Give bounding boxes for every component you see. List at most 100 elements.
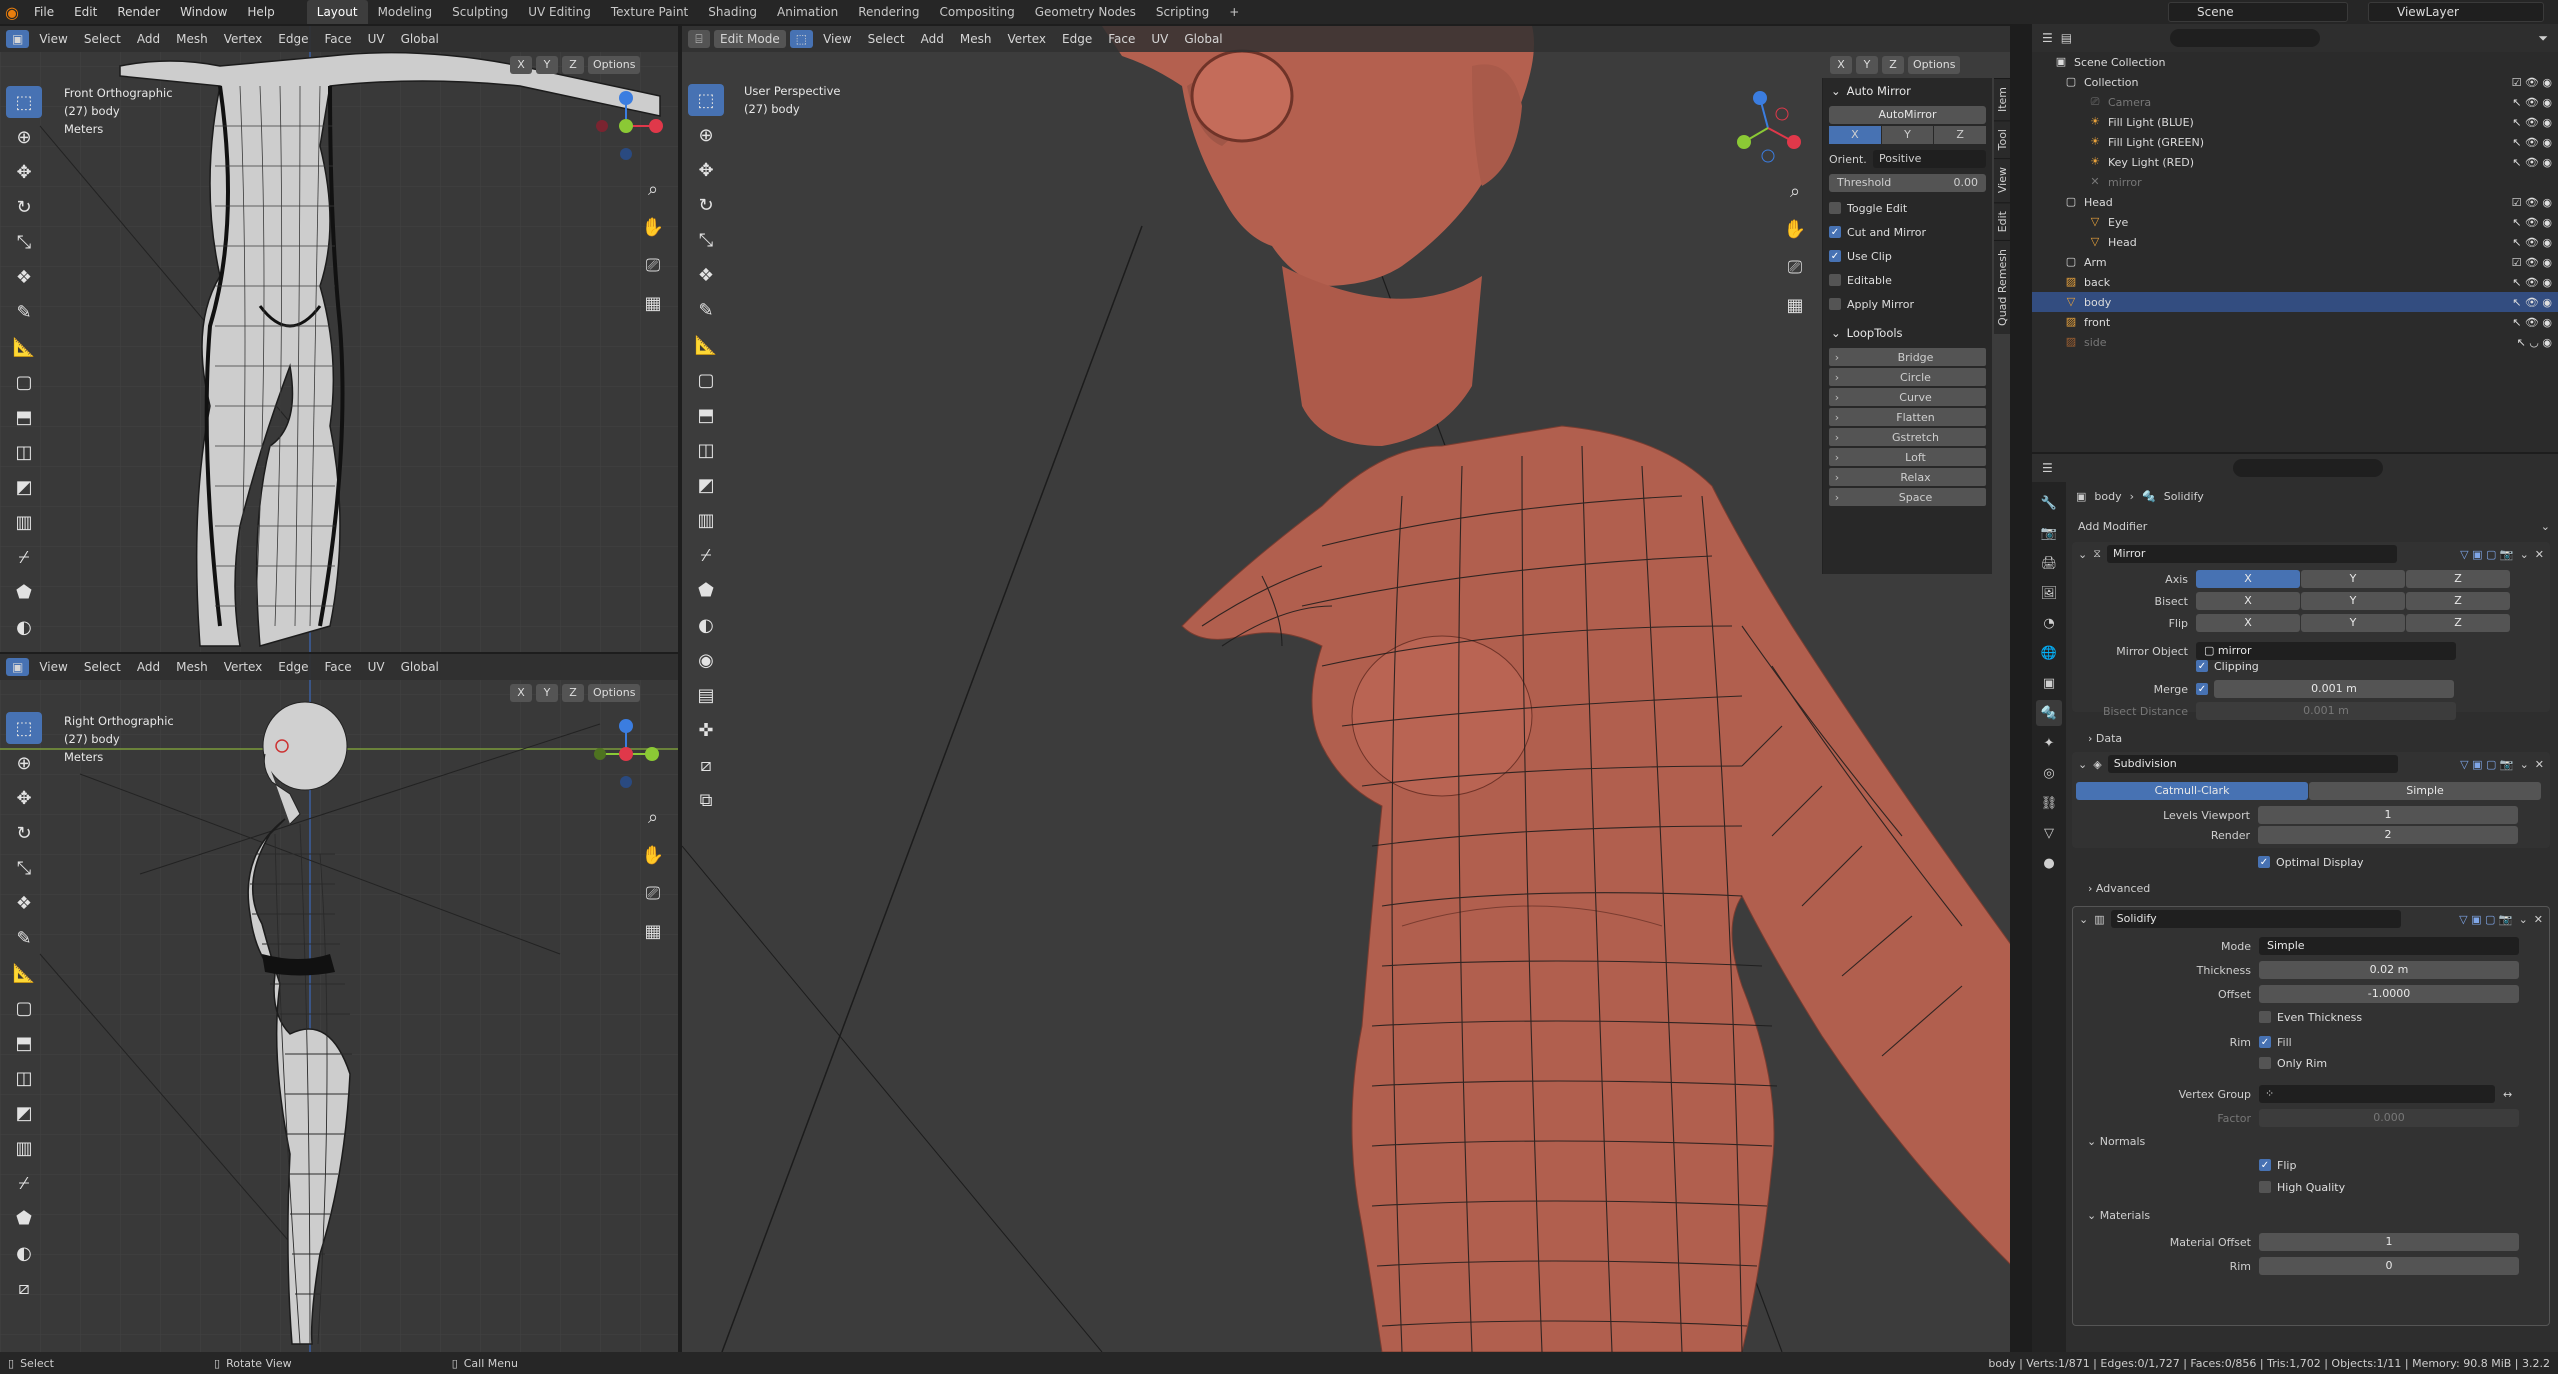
main-shear-tool-icon[interactable]: ⧄	[688, 749, 724, 781]
object-tab-icon[interactable]: ▣	[2036, 670, 2062, 696]
front-menu-vertex[interactable]: Vertex	[218, 32, 269, 46]
rim-material-value[interactable]: 0	[2259, 1257, 2519, 1275]
looptools-relax[interactable]: › Relax	[1829, 468, 1986, 486]
scene-selector[interactable]: Scene	[2168, 2, 2348, 22]
mirror-axis-y[interactable]: Y	[2301, 570, 2405, 588]
right-menu-uv[interactable]: UV	[362, 660, 391, 674]
tool-tab-icon[interactable]: 🔧	[2036, 490, 2062, 516]
n-tab-edit[interactable]: Edit	[1994, 201, 2010, 240]
apply-mirror-check[interactable]: Apply Mirror	[1829, 296, 1986, 312]
visibility-icons[interactable]: ☑ 👁 ◉	[2512, 196, 2552, 209]
tab-uv-editing[interactable]: UV Editing	[518, 0, 601, 24]
spin-tool-icon[interactable]: ◐	[6, 611, 42, 643]
clipping-checkbox[interactable]: ✓	[2196, 660, 2208, 672]
cursor-tool-icon[interactable]: ⊕	[6, 121, 42, 153]
solidify-mode-dropdown[interactable]: Simple	[2259, 937, 2519, 955]
main-rotate-tool-icon[interactable]: ↻	[688, 189, 724, 221]
right-menu-edge[interactable]: Edge	[272, 660, 314, 674]
front-menu-select[interactable]: Select	[78, 32, 127, 46]
visibility-icons[interactable]: ↖ 👁 ◉	[2512, 316, 2552, 329]
visibility-icons[interactable]: ↖ 👁 ◉	[2512, 296, 2552, 309]
view-layer-selector[interactable]: ViewLayer	[2368, 2, 2544, 22]
main-annotate-tool-icon[interactable]: ✎	[688, 294, 724, 326]
normals-flip-checkbox[interactable]: ✓	[2259, 1159, 2271, 1171]
orient-dropdown[interactable]: Positive	[1873, 150, 1986, 168]
select-box-tool-icon[interactable]: ⬚	[6, 86, 42, 118]
pan-hand-icon[interactable]: ✋	[638, 212, 668, 242]
tab-modeling[interactable]: Modeling	[368, 0, 443, 24]
tab-rendering[interactable]: Rendering	[848, 0, 929, 24]
even-thickness-check[interactable]: Even Thickness	[2259, 1009, 2362, 1025]
loop-cut-tool-icon[interactable]: ▥	[6, 506, 42, 538]
visibility-icons[interactable]: ☑ 👁 ◉	[2512, 76, 2552, 89]
visibility-icons[interactable]: ↖ 👁 ◉	[2512, 276, 2552, 289]
tab-shading[interactable]: Shading	[698, 0, 767, 24]
threshold-field[interactable]: Threshold 0.00	[1829, 174, 1986, 192]
right-shear-tool-icon[interactable]: ⧄	[6, 1272, 42, 1304]
outliner-filter-icon[interactable]: ⏷	[2538, 31, 2548, 46]
front-axis-x[interactable]: X	[510, 56, 532, 74]
right-ortho-viewport[interactable]: ▣ View Select Add Mesh Vertex Edge Face …	[0, 654, 678, 1352]
main-perspective-viewport[interactable]: ⌸ Edit Mode ⬚ View Select Add Mesh Verte…	[682, 26, 2010, 1352]
toggle-edit-checkbox[interactable]	[1829, 202, 1841, 214]
right-add-cube-tool-icon[interactable]: ▢	[6, 992, 42, 1024]
bisect-distance-value[interactable]: 0.001 m	[2196, 702, 2456, 720]
visibility-icons[interactable]: ↖ 👁 ◉	[2512, 116, 2552, 129]
invert-arrows-icon[interactable]: ↔	[2503, 1088, 2512, 1101]
measure-tool-icon[interactable]: 📐	[6, 331, 42, 363]
main-axis-y[interactable]: Y	[1856, 56, 1878, 74]
move-tool-icon[interactable]: ✥	[6, 156, 42, 188]
right-spin-tool-icon[interactable]: ◐	[6, 1237, 42, 1269]
high-quality-check[interactable]: High Quality	[2259, 1179, 2345, 1195]
editable-check[interactable]: Editable	[1829, 272, 1986, 288]
add-workspace-button[interactable]: +	[1219, 0, 1249, 24]
output-tab-icon[interactable]: 🖨	[2036, 550, 2062, 576]
right-axis-x[interactable]: X	[510, 684, 532, 702]
looptools-header[interactable]: ⌄ LoopTools	[1823, 320, 1992, 346]
bevel-tool-icon[interactable]: ◩	[6, 471, 42, 503]
modifier-visibility-icons[interactable]: ▽ ▣ ▢ 📷	[2460, 758, 2513, 771]
render-levels-value[interactable]: 2	[2258, 826, 2518, 844]
main-shrink-tool-icon[interactable]: ✜	[688, 714, 724, 746]
front-menu-view[interactable]: View	[33, 32, 73, 46]
main-spin-tool-icon[interactable]: ◐	[688, 609, 724, 641]
normals-flip-check[interactable]: ✓ Flip	[2259, 1157, 2296, 1173]
modifier-menu-icon[interactable]: ⌄	[2520, 548, 2529, 561]
visibility-icons[interactable]: ↖ ◡ ◉	[2517, 336, 2552, 349]
right-menu-select[interactable]: Select	[78, 660, 127, 674]
main-scale-tool-icon[interactable]: ⤡	[688, 224, 724, 256]
only-rim-check[interactable]: Only Rim	[2259, 1055, 2327, 1071]
outliner-row-front[interactable]: ▨ front ↖ 👁 ◉	[2032, 312, 2558, 332]
outliner-row-head-mesh[interactable]: ▽ Head ↖ 👁 ◉	[2032, 232, 2558, 252]
levels-viewport-value[interactable]: 1	[2258, 806, 2518, 824]
mirror-modifier-header[interactable]: ⌄ ⧖ Mirror ▽ ▣ ▢ 📷 ⌄ ✕	[2072, 542, 2550, 566]
right-camera-icon[interactable]: ⎚	[638, 878, 668, 908]
tab-geometry-nodes[interactable]: Geometry Nodes	[1025, 0, 1146, 24]
n-tab-tool[interactable]: Tool	[1994, 120, 2010, 159]
outliner-row-body[interactable]: ▽ body ↖ 👁 ◉	[2032, 292, 2558, 312]
mirror-flip-x[interactable]: X	[2196, 614, 2300, 632]
right-menu-face[interactable]: Face	[318, 660, 357, 674]
use-clip-check[interactable]: ✓ Use Clip	[1829, 248, 1986, 264]
main-smooth-tool-icon[interactable]: ◉	[688, 644, 724, 676]
world-tab-icon[interactable]: 🌐	[2036, 640, 2062, 666]
main-pan-hand-icon[interactable]: ✋	[1780, 214, 1810, 244]
main-extrude-tool-icon[interactable]: ⬒	[688, 399, 724, 431]
properties-search-input[interactable]	[2232, 459, 2383, 477]
material-offset-value[interactable]: 1	[2259, 1233, 2519, 1251]
mirror-bisect-x[interactable]: X	[2196, 592, 2300, 610]
solidify-modifier-header[interactable]: ⌄ ▥ Solidify ▽ ▣ ▢ 📷 ⌄ ✕	[2073, 907, 2549, 931]
looptools-curve[interactable]: › Curve	[1829, 388, 1986, 406]
main-zoom-icon[interactable]: ⌕	[1780, 176, 1810, 206]
tab-scripting[interactable]: Scripting	[1146, 0, 1219, 24]
main-move-tool-icon[interactable]: ✥	[688, 154, 724, 186]
main-knife-tool-icon[interactable]: ⌿	[688, 539, 724, 571]
right-rotate-tool-icon[interactable]: ↻	[6, 817, 42, 849]
right-transform-tool-icon[interactable]: ❖	[6, 887, 42, 919]
right-zoom-icon[interactable]: ⌕	[638, 802, 668, 832]
tab-animation[interactable]: Animation	[767, 0, 848, 24]
editable-checkbox[interactable]	[1829, 274, 1841, 286]
outliner-row-scene-collection[interactable]: ▣ Scene Collection	[2032, 52, 2558, 72]
main-rip-tool-icon[interactable]: ⧉	[688, 784, 724, 816]
looptools-bridge[interactable]: › Bridge	[1829, 348, 1986, 366]
